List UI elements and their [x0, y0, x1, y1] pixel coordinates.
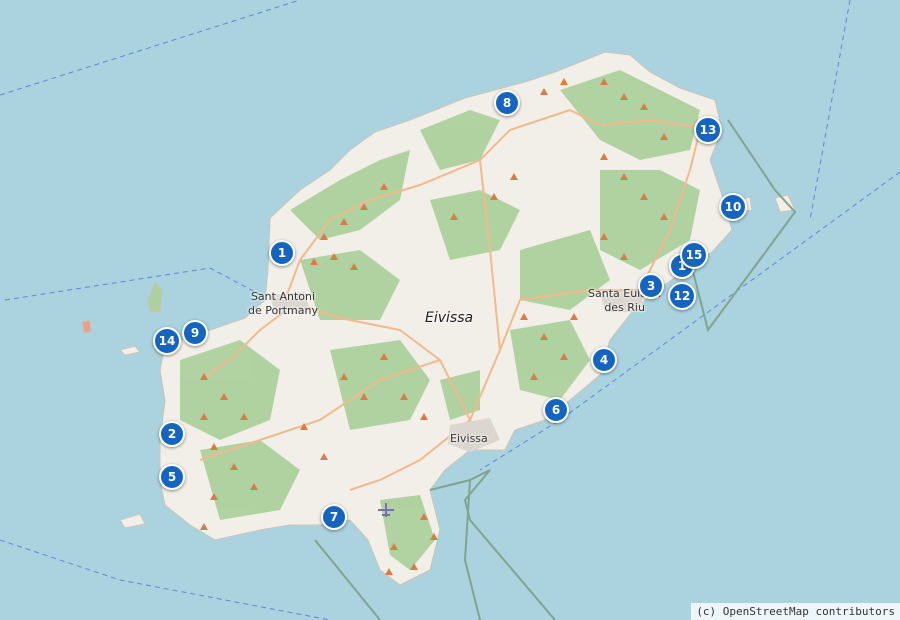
map-marker-2[interactable]: 2: [159, 421, 185, 447]
map-marker-1[interactable]: 1: [269, 240, 295, 266]
map-marker-10[interactable]: 10: [719, 193, 747, 221]
map-marker-6[interactable]: 6: [543, 397, 569, 423]
map-marker-8[interactable]: 8: [494, 90, 520, 116]
map-marker-14[interactable]: 14: [153, 327, 181, 355]
map-marker-4[interactable]: 4: [591, 347, 617, 373]
place-label-eivissa-town: Eivissa: [450, 432, 488, 445]
map-marker-13[interactable]: 13: [694, 116, 722, 144]
map-marker-5[interactable]: 5: [159, 464, 185, 490]
map-marker-9[interactable]: 9: [182, 320, 208, 346]
map-marker-3[interactable]: 3: [638, 273, 664, 299]
map-marker-15[interactable]: 15: [680, 241, 708, 269]
map-marker-7[interactable]: 7: [321, 504, 347, 530]
place-label-sant-antoni: Sant Antoni de Portmany: [248, 290, 318, 317]
map-attribution[interactable]: (c) OpenStreetMap contributors: [691, 603, 900, 620]
place-label-eivissa-region: Eivissa: [425, 310, 474, 326]
map-viewport[interactable]: Eivissa Eivissa Sant Antoni de Portmany …: [0, 0, 900, 620]
map-marker-12[interactable]: 12: [668, 282, 696, 310]
